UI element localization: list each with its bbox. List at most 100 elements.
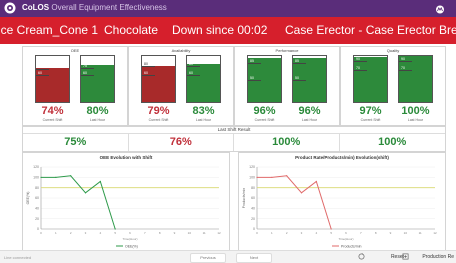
production-icon[interactable] xyxy=(402,253,409,260)
y-tick-label: 40 xyxy=(251,207,255,211)
x-tick-label: 10 xyxy=(404,231,408,235)
gauge-threshold-label: 60 xyxy=(83,71,87,76)
x-tick-label: 0 xyxy=(256,231,258,235)
x-axis-label: Time(Hour) xyxy=(122,237,137,241)
metric-panel-performance: Performance 85 50 96% Current Shift 85 50 96% La… xyxy=(234,46,340,126)
x-tick-label: 1 xyxy=(271,231,273,235)
last-shift-value: 100% xyxy=(378,136,407,148)
gauge-threshold-line xyxy=(142,65,155,67)
x-tick-label: 7 xyxy=(360,231,362,235)
data-point xyxy=(271,176,273,178)
gauge-fill xyxy=(354,57,387,102)
app-header: CoLOS Overall Equipment Effectiveness ma… xyxy=(0,0,456,22)
gauge-percent: 79% xyxy=(147,105,170,117)
y-tick-label: 20 xyxy=(35,217,39,221)
gauge-caption: Last Hour xyxy=(195,118,212,122)
data-point xyxy=(256,176,258,178)
x-tick-label: 10 xyxy=(188,231,192,235)
y-tick-label: 100 xyxy=(33,176,39,180)
gauge-percent: 83% xyxy=(192,105,215,117)
y-axis-label: Products/min xyxy=(242,188,246,208)
metric-panel-quality: Quality 90 70 97% Current Shift 90 70 100% Last … xyxy=(340,46,446,126)
y-tick-label: 0 xyxy=(37,227,39,231)
brand-name: CoLOS xyxy=(22,3,50,12)
x-tick-label: 9 xyxy=(174,231,176,235)
x-tick-label: 1 xyxy=(55,231,57,235)
gauge-bar: 72 60 xyxy=(35,55,70,103)
data-point xyxy=(114,228,116,230)
gauge-fill xyxy=(187,63,220,102)
oee-chart-svg: 0204060801001200 1 2 3 4 5 6 7 8 9 10 11 12OEE(%)Tim… xyxy=(26,165,221,248)
product-variant: Chocolate xyxy=(104,23,159,37)
gauge-caption: Current Shift xyxy=(42,118,63,122)
metric-title: OEE xyxy=(70,48,80,53)
gauge-threshold-label: 60 xyxy=(189,71,193,76)
last-shift-value: 75% xyxy=(23,133,129,151)
x-tick-label: 4 xyxy=(315,231,317,235)
gauge-threshold-line xyxy=(293,80,306,81)
connection-status: Line connected xyxy=(4,255,32,260)
product-name: ice Cream_Cone 1 xyxy=(0,23,99,37)
gauge-threshold-line xyxy=(248,80,261,81)
gauge-bar: 80 60 xyxy=(141,55,176,103)
gauge-caption: Current Shift xyxy=(360,118,381,122)
footer-bar: Line connected Previous Next Reset Produ… xyxy=(0,250,456,263)
gauge-caption: Last Hour xyxy=(301,118,318,122)
gauge-caption: Last Hour xyxy=(89,118,106,122)
page-title: Overall Equipment Effectiveness xyxy=(51,3,167,12)
data-point xyxy=(99,180,101,183)
y-tick-label: 80 xyxy=(251,186,255,190)
gauge-threshold-label: 60 xyxy=(38,71,42,76)
x-tick-label: 4 xyxy=(99,231,101,235)
metric-title: Availability xyxy=(171,48,191,53)
x-tick-label: 6 xyxy=(345,231,347,235)
markem-logo: markem-imaje xyxy=(429,1,451,22)
data-point xyxy=(300,192,303,194)
x-tick-label: 11 xyxy=(419,231,422,235)
data-point xyxy=(286,175,288,177)
gauge-bar: 85 50 xyxy=(247,55,282,103)
x-tick-label: 0 xyxy=(40,231,42,235)
gauge-threshold-line xyxy=(81,75,94,77)
gauge-threshold-line xyxy=(187,65,200,67)
data-point xyxy=(55,176,57,178)
gauge-bar: 90 70 xyxy=(353,55,388,103)
y-tick-label: 20 xyxy=(251,217,255,221)
gauge-threshold-line xyxy=(399,70,412,72)
gauge-threshold-label: 50 xyxy=(295,76,299,80)
data-point xyxy=(330,228,332,230)
gauge-threshold-line xyxy=(142,75,155,77)
product-rate-chart: Product Rate/Products/min) Evolution(shi… xyxy=(238,152,446,252)
y-tick-label: 40 xyxy=(35,207,39,211)
gauge-caption: Current Shift xyxy=(254,118,275,122)
x-tick-label: 11 xyxy=(203,231,206,235)
gauge-fill xyxy=(399,56,432,102)
metric-title: Performance xyxy=(275,48,299,53)
last-shift-result: Last Shift Result 75% 76% 100% 100% xyxy=(22,126,446,152)
legend-label: OEE(%) xyxy=(125,244,138,248)
gauge-threshold-label: 50 xyxy=(250,76,254,80)
gauge-bar: 75 60 xyxy=(80,55,115,103)
refresh-icon[interactable] xyxy=(358,253,365,260)
gauge-percent: 100% xyxy=(401,105,430,117)
y-axis-label: OEE(%) xyxy=(26,192,30,205)
y-tick-label: 100 xyxy=(249,176,255,180)
gauge-threshold-line xyxy=(36,75,49,77)
gauge-percent: 74% xyxy=(41,105,64,117)
y-tick-label: 80 xyxy=(35,186,39,190)
data-point xyxy=(40,176,42,178)
production-report-button[interactable]: Production Re xyxy=(422,253,454,261)
x-tick-label: 12 xyxy=(217,231,221,235)
gauge-threshold-label: 70 xyxy=(356,66,360,71)
gauge-threshold-label: 60 xyxy=(144,71,148,76)
gauge-threshold-label: 80 xyxy=(144,61,148,66)
oee-evolution-chart: OEE Evolution with Shift 0 20 40 60 80 100 120… xyxy=(22,152,230,252)
gauge-threshold-line xyxy=(293,63,306,65)
last-shift-value: 100% xyxy=(234,133,340,151)
x-tick-label: 7 xyxy=(144,231,146,235)
y-tick-label: 120 xyxy=(33,165,39,169)
gauge-bar: 90 70 xyxy=(398,55,433,103)
series-line xyxy=(41,175,116,230)
x-tick-label: 6 xyxy=(129,231,131,235)
x-tick-label: 5 xyxy=(330,231,332,235)
